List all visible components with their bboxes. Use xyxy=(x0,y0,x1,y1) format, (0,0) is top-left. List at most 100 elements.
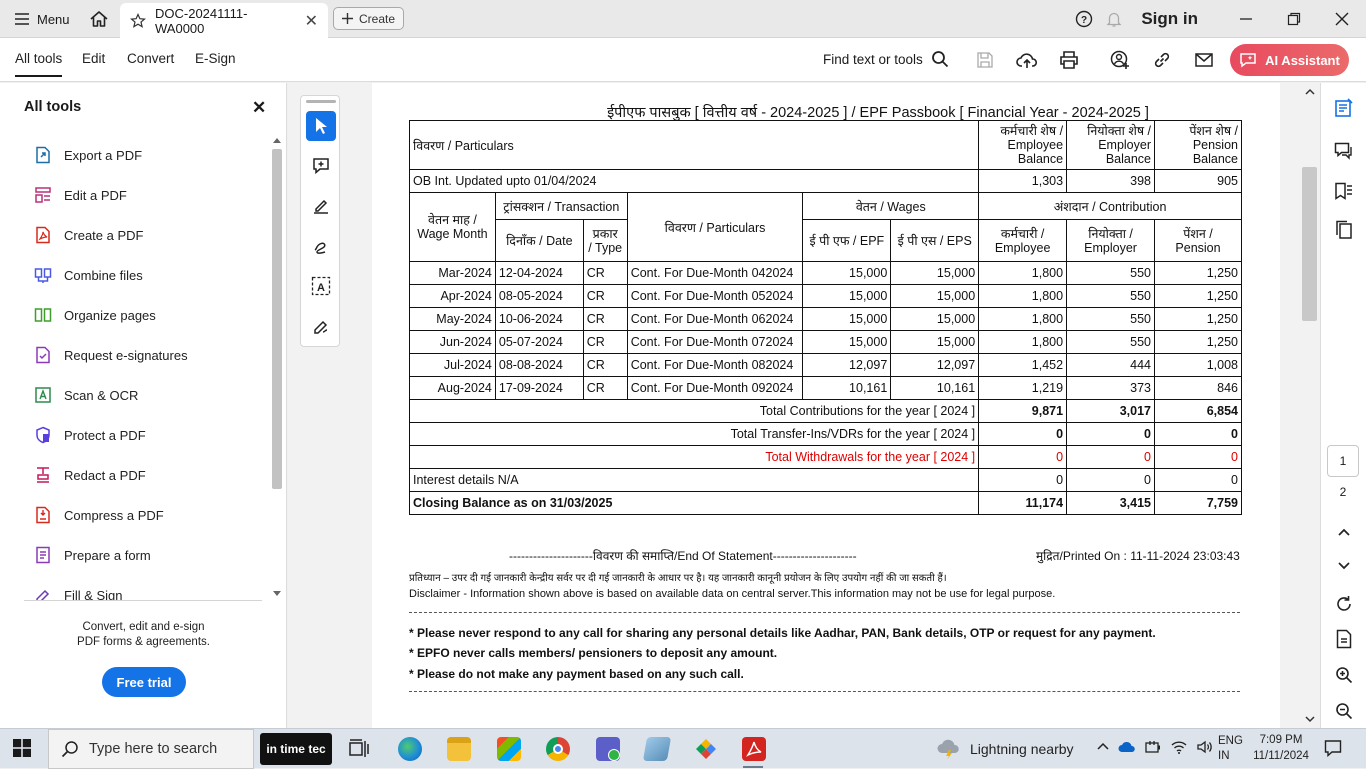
tool-item-edit-a-pdf[interactable]: Edit a PDF xyxy=(0,175,270,215)
battery-plug-icon[interactable] xyxy=(1144,739,1162,755)
zoom-in-button[interactable] xyxy=(1331,662,1357,688)
tool-item-create-a-pdf[interactable]: Create a PDF xyxy=(0,215,270,255)
onedrive-cloud-icon[interactable] xyxy=(1118,740,1136,754)
tool-item-fill-sign[interactable]: Fill & Sign xyxy=(0,575,270,600)
email-button[interactable] xyxy=(1192,48,1216,72)
start-button[interactable] xyxy=(13,739,31,757)
share-user-button[interactable] xyxy=(1108,48,1132,72)
rotate-button[interactable] xyxy=(1331,591,1357,617)
total-contributions-employer: 3,017 xyxy=(1066,399,1155,423)
tool-item-organize-pages[interactable]: Organize pages xyxy=(0,295,270,335)
help-icon[interactable]: ? xyxy=(1075,10,1093,28)
scroll-down-icon[interactable] xyxy=(273,591,281,597)
notes-app-icon[interactable] xyxy=(642,737,672,761)
volume-icon[interactable] xyxy=(1196,739,1214,755)
page-fit-button[interactable] xyxy=(1331,626,1357,652)
tool-item-export-a-pdf[interactable]: Export a PDF xyxy=(0,135,270,175)
add-comment-button[interactable] xyxy=(306,151,336,181)
minimize-button[interactable] xyxy=(1222,0,1270,37)
text-recognition-button[interactable]: A xyxy=(306,271,336,301)
menu-button[interactable]: Menu xyxy=(10,7,74,31)
row-date: 08-08-2024 xyxy=(494,353,584,377)
teams-icon[interactable] xyxy=(596,737,620,761)
free-trial-button[interactable]: Free trial xyxy=(102,667,186,697)
current-page-indicator[interactable]: 1 xyxy=(1327,445,1359,477)
bookmarks-rail-button[interactable] xyxy=(1331,178,1357,204)
notification-bell-icon[interactable] xyxy=(1105,10,1123,28)
dashed-divider-top xyxy=(409,612,1240,613)
tool-item-protect-a-pdf[interactable]: Protect a PDF xyxy=(0,415,270,455)
close-icon xyxy=(1335,12,1349,25)
sign-tool-button[interactable] xyxy=(306,311,336,341)
tool-item-combine-files[interactable]: Combine files xyxy=(0,255,270,295)
upload-button[interactable] xyxy=(1015,48,1039,72)
opening-balance-row: OB Int. Updated upto 01/04/2024 1,303 39… xyxy=(408,169,1242,193)
star-icon[interactable] xyxy=(130,12,146,29)
tab-edit[interactable]: Edit xyxy=(82,51,105,66)
sign-in-link[interactable]: Sign in xyxy=(1141,9,1198,29)
svg-text:?: ? xyxy=(1081,15,1087,26)
ai-assistant-button[interactable]: AI Assistant xyxy=(1230,44,1349,76)
edge-browser-icon[interactable] xyxy=(398,737,422,761)
tab-close-icon[interactable]: ✕ xyxy=(305,11,318,31)
task-view-button[interactable] xyxy=(348,738,370,760)
header-pension-balance-line: Balance xyxy=(1192,152,1238,166)
doc-scroll-down-icon[interactable] xyxy=(1305,716,1315,723)
save-button[interactable] xyxy=(973,48,997,72)
home-button[interactable] xyxy=(86,7,112,31)
find-text-or-tools[interactable]: Find text or tools xyxy=(823,50,949,68)
close-window-button[interactable] xyxy=(1318,0,1366,37)
document-tab[interactable]: DOC-20241111-WA0000 ✕ xyxy=(120,3,328,38)
language-indicator[interactable]: ENG IN xyxy=(1218,734,1243,764)
row-pension-contribution: 1,250 xyxy=(1154,330,1242,354)
doc-scroll-up-icon[interactable] xyxy=(1305,88,1315,95)
intimetec-app[interactable]: in time tec xyxy=(260,733,332,765)
edit-rail-button[interactable] xyxy=(1331,95,1357,121)
next-page-button[interactable] xyxy=(1331,553,1357,579)
row-wage-month: Aug-2024 xyxy=(409,376,496,400)
comments-rail-button[interactable] xyxy=(1331,138,1357,164)
toolbar-grip[interactable] xyxy=(306,100,336,103)
weather-widget[interactable]: Lightning nearby xyxy=(936,738,1074,760)
draw-button[interactable] xyxy=(306,231,336,261)
restore-button[interactable] xyxy=(1270,0,1318,37)
notification-center-button[interactable] xyxy=(1324,739,1342,757)
panel-scroll-thumb[interactable] xyxy=(272,149,282,489)
tool-item-compress-a-pdf[interactable]: Compress a PDF xyxy=(0,495,270,535)
tab-convert[interactable]: Convert xyxy=(127,51,174,66)
microsoft-store-icon[interactable] xyxy=(497,737,521,761)
tool-item-scan-ocr[interactable]: Scan & OCR xyxy=(0,375,270,415)
tab-all-tools[interactable]: All tools xyxy=(15,51,63,77)
create-button[interactable]: Create xyxy=(333,7,404,30)
chevron-down-icon xyxy=(1338,562,1350,570)
wifi-icon[interactable] xyxy=(1170,739,1188,755)
highlight-button[interactable] xyxy=(306,191,336,221)
copy-link-button[interactable] xyxy=(1150,48,1174,72)
panel-close-icon[interactable]: ✕ xyxy=(252,98,266,118)
document-scroll-thumb[interactable] xyxy=(1302,167,1317,321)
file-explorer-icon[interactable] xyxy=(447,737,471,761)
tool-item-prepare-a-form[interactable]: Prepare a form xyxy=(0,535,270,575)
comments-icon xyxy=(1334,142,1352,160)
tray-chevron-up-icon[interactable] xyxy=(1096,740,1110,754)
zoom-out-button[interactable] xyxy=(1331,698,1357,724)
taskbar-search-box[interactable]: Type here to search xyxy=(48,729,254,769)
tool-item-request-e-signatures[interactable]: Request e-signatures xyxy=(0,335,270,375)
pages-rail-button[interactable] xyxy=(1331,217,1357,243)
panel-scrollbar[interactable] xyxy=(270,135,284,600)
row-pension-contribution: 1,250 xyxy=(1154,261,1242,285)
print-button[interactable] xyxy=(1057,48,1081,72)
pinned-app-icon[interactable] xyxy=(694,737,718,761)
clock[interactable]: 7:09 PM 11/11/2024 xyxy=(1249,732,1313,764)
document-scrollbar[interactable] xyxy=(1300,83,1320,728)
previous-page-button[interactable] xyxy=(1331,519,1357,545)
tab-e-sign[interactable]: E-Sign xyxy=(195,51,236,66)
passbook-table: विवरण / Particulars कर्मचारी शेष / Emplo… xyxy=(408,120,1242,515)
warning-line-2: * EPFO never calls members/ pensioners t… xyxy=(409,646,778,660)
chrome-browser-icon[interactable] xyxy=(546,737,570,761)
acrobat-icon[interactable] xyxy=(742,737,766,761)
scroll-up-icon[interactable] xyxy=(273,137,281,143)
tool-item-redact-a-pdf[interactable]: Redact a PDF xyxy=(0,455,270,495)
page-2-link[interactable]: 2 xyxy=(1327,485,1359,499)
select-tool-button[interactable] xyxy=(306,111,336,141)
